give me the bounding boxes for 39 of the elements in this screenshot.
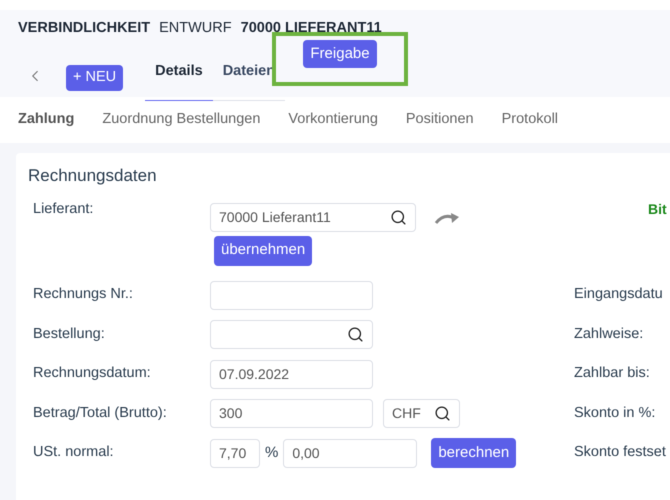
- field-label: Eingangsdatu: [574, 285, 663, 304]
- search-icon: [390, 208, 407, 226]
- card-title: Rechnungsdaten: [28, 165, 157, 187]
- notice-text: Bit: [648, 200, 667, 218]
- field-label: Skonto festset: [574, 443, 666, 462]
- action-button[interactable]: übernehmen: [214, 236, 312, 266]
- search-field[interactable]: CHF: [383, 399, 460, 428]
- input-field[interactable]: 0,00: [283, 438, 418, 468]
- release-button[interactable]: Freigabe: [303, 40, 377, 68]
- search-icon: [434, 405, 451, 422]
- field-label: Zahlweise:: [574, 324, 644, 344]
- input-field[interactable]: 7,70: [210, 438, 260, 468]
- field-label: Bestellung:: [33, 324, 106, 344]
- record-name: 70000 LIEFERANT11: [240, 19, 382, 38]
- field-label: Betrag/Total (Brutto):: [33, 404, 168, 423]
- subtab[interactable]: Zuordnung Bestellungen: [102, 109, 260, 131]
- input-field[interactable]: 300: [210, 399, 373, 428]
- input-field[interactable]: 07.09.2022: [210, 360, 373, 389]
- search-icon: [347, 326, 364, 344]
- search-field[interactable]: [210, 320, 373, 350]
- new-button[interactable]: + NEU: [66, 64, 124, 91]
- subtab[interactable]: Vorkontierung: [288, 109, 378, 131]
- search-field[interactable]: 70000 Lieferant11: [210, 202, 416, 232]
- percent-sign: %: [265, 443, 278, 463]
- field-label: Skonto in %:: [574, 404, 656, 423]
- action-button[interactable]: berechnen: [431, 438, 516, 468]
- redo-icon[interactable]: [434, 212, 460, 224]
- input-field[interactable]: [210, 280, 373, 310]
- record-type: VERBINDLICHKEIT: [18, 19, 150, 38]
- record-status: ENTWURF: [159, 19, 232, 38]
- field-label: Rechnungsdatum:: [33, 364, 152, 384]
- field-label: Lieferant:: [33, 200, 94, 218]
- subtab[interactable]: Protokoll: [502, 109, 558, 131]
- field-label: Rechnungs Nr.:: [33, 285, 134, 304]
- tab[interactable]: Details: [145, 56, 213, 101]
- field-label: USt. normal:: [33, 443, 115, 462]
- subtab[interactable]: Positionen: [406, 109, 474, 131]
- field-label: Zahlbar bis:: [574, 364, 650, 384]
- subtab[interactable]: Zahlung: [18, 109, 74, 131]
